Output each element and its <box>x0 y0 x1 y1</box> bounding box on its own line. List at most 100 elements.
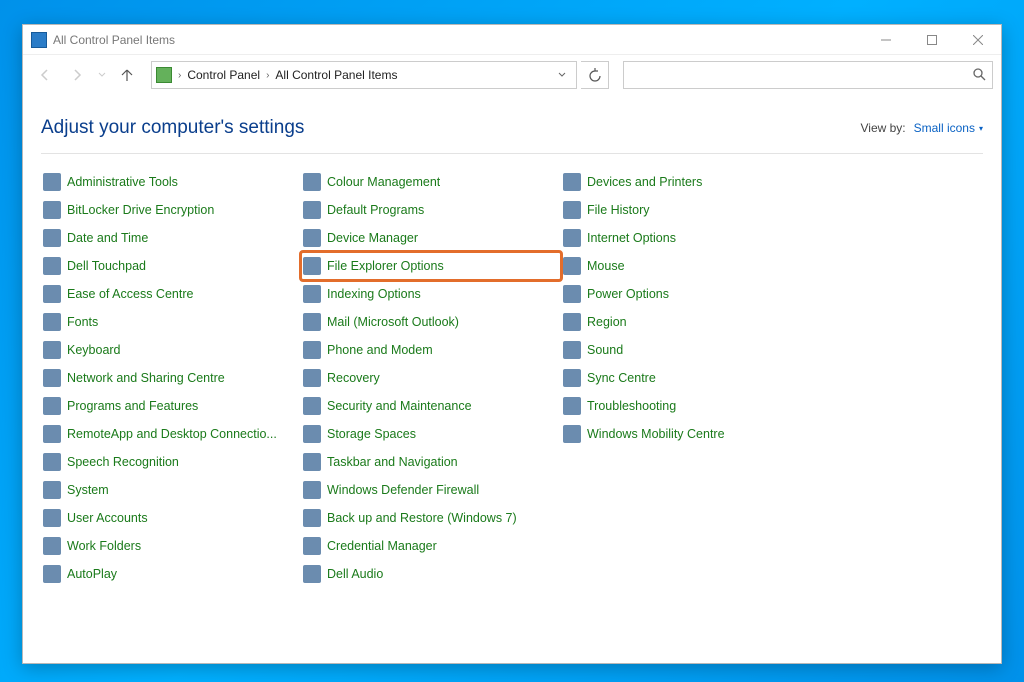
item-icon <box>303 229 321 247</box>
item-icon <box>303 425 321 443</box>
item-label: Recovery <box>327 371 380 385</box>
control-panel-item[interactable]: Security and Maintenance <box>301 392 561 420</box>
control-panel-item[interactable]: Ease of Access Centre <box>41 280 301 308</box>
control-panel-item[interactable]: Power Options <box>561 280 821 308</box>
item-label: Troubleshooting <box>587 399 676 413</box>
item-label: AutoPlay <box>67 567 117 581</box>
control-panel-item[interactable]: Date and Time <box>41 224 301 252</box>
item-icon <box>43 425 61 443</box>
breadcrumb-root[interactable]: Control Panel <box>183 62 264 88</box>
control-panel-item[interactable]: System <box>41 476 301 504</box>
search-box[interactable] <box>623 61 993 89</box>
viewby-dropdown[interactable]: Small icons ▾ <box>914 121 983 135</box>
control-panel-item[interactable]: File History <box>561 196 821 224</box>
item-label: Internet Options <box>587 231 676 245</box>
control-panel-item[interactable]: Credential Manager <box>301 532 561 560</box>
control-panel-item[interactable]: Mail (Microsoft Outlook) <box>301 308 561 336</box>
viewby-value: Small icons <box>914 121 975 135</box>
maximize-button[interactable] <box>909 25 955 55</box>
control-panel-item[interactable]: Sound <box>561 336 821 364</box>
item-label: Taskbar and Navigation <box>327 455 458 469</box>
item-label: File Explorer Options <box>327 259 444 273</box>
page-title: Adjust your computer's settings <box>41 117 304 139</box>
content-header: Adjust your computer's settings View by:… <box>41 113 983 154</box>
item-icon <box>303 313 321 331</box>
item-label: Speech Recognition <box>67 455 179 469</box>
control-panel-item[interactable]: Dell Touchpad <box>41 252 301 280</box>
control-panel-item[interactable]: Administrative Tools <box>41 168 301 196</box>
control-panel-item[interactable]: Sync Centre <box>561 364 821 392</box>
forward-button[interactable] <box>63 61 91 89</box>
item-icon <box>43 509 61 527</box>
item-label: Mail (Microsoft Outlook) <box>327 315 459 329</box>
control-panel-window: All Control Panel Items › Control Panel <box>22 24 1002 664</box>
up-button[interactable] <box>113 61 141 89</box>
control-panel-item[interactable]: Programs and Features <box>41 392 301 420</box>
item-icon <box>303 397 321 415</box>
item-icon <box>303 537 321 555</box>
control-panel-item[interactable]: Storage Spaces <box>301 420 561 448</box>
control-panel-item[interactable]: Internet Options <box>561 224 821 252</box>
back-button[interactable] <box>31 61 59 89</box>
viewby-label: View by: <box>860 121 905 135</box>
item-label: Date and Time <box>67 231 148 245</box>
control-panel-item[interactable]: Back up and Restore (Windows 7) <box>301 504 561 532</box>
address-dropdown[interactable] <box>552 62 572 88</box>
item-label: Fonts <box>67 315 98 329</box>
control-panel-item[interactable]: Network and Sharing Centre <box>41 364 301 392</box>
item-label: Work Folders <box>67 539 141 553</box>
item-label: Colour Management <box>327 175 440 189</box>
control-panel-item[interactable]: Region <box>561 308 821 336</box>
item-label: Region <box>587 315 627 329</box>
control-panel-item[interactable]: Troubleshooting <box>561 392 821 420</box>
control-panel-item[interactable]: Dell Audio <box>301 560 561 588</box>
control-panel-item[interactable]: Device Manager <box>301 224 561 252</box>
address-bar[interactable]: › Control Panel › All Control Panel Item… <box>151 61 577 89</box>
item-icon <box>563 285 581 303</box>
history-dropdown[interactable] <box>95 61 109 89</box>
item-icon <box>563 229 581 247</box>
control-panel-item[interactable]: Recovery <box>301 364 561 392</box>
item-icon <box>303 453 321 471</box>
item-label: Sync Centre <box>587 371 656 385</box>
item-icon <box>303 257 321 275</box>
item-label: File History <box>587 203 650 217</box>
item-icon <box>43 229 61 247</box>
breadcrumb-leaf[interactable]: All Control Panel Items <box>271 62 401 88</box>
control-panel-item[interactable]: Mouse <box>561 252 821 280</box>
chevron-right-icon: › <box>264 70 271 81</box>
item-label: Storage Spaces <box>327 427 416 441</box>
control-panel-item[interactable]: Keyboard <box>41 336 301 364</box>
item-label: Ease of Access Centre <box>67 287 193 301</box>
item-icon <box>303 509 321 527</box>
item-label: Dell Touchpad <box>67 259 146 273</box>
control-panel-item[interactable]: RemoteApp and Desktop Connectio... <box>41 420 301 448</box>
control-panel-item[interactable]: Windows Defender Firewall <box>301 476 561 504</box>
control-panel-item[interactable]: AutoPlay <box>41 560 301 588</box>
item-icon <box>303 481 321 499</box>
control-panel-item[interactable]: User Accounts <box>41 504 301 532</box>
control-panel-item[interactable]: Fonts <box>41 308 301 336</box>
control-panel-item[interactable]: Devices and Printers <box>561 168 821 196</box>
control-panel-item[interactable]: Taskbar and Navigation <box>301 448 561 476</box>
item-label: Dell Audio <box>327 567 383 581</box>
control-panel-item[interactable]: Speech Recognition <box>41 448 301 476</box>
close-button[interactable] <box>955 25 1001 55</box>
control-panel-item[interactable]: Indexing Options <box>301 280 561 308</box>
item-label: Back up and Restore (Windows 7) <box>327 511 517 525</box>
control-panel-item[interactable]: Colour Management <box>301 168 561 196</box>
item-icon <box>563 341 581 359</box>
item-label: Administrative Tools <box>67 175 178 189</box>
control-panel-item[interactable]: File Explorer Options <box>301 252 561 280</box>
item-label: Power Options <box>587 287 669 301</box>
control-panel-item[interactable]: BitLocker Drive Encryption <box>41 196 301 224</box>
item-icon <box>43 341 61 359</box>
control-panel-item[interactable]: Work Folders <box>41 532 301 560</box>
control-panel-item[interactable]: Windows Mobility Centre <box>561 420 821 448</box>
item-label: Keyboard <box>67 343 121 357</box>
item-label: Phone and Modem <box>327 343 433 357</box>
minimize-button[interactable] <box>863 25 909 55</box>
control-panel-item[interactable]: Phone and Modem <box>301 336 561 364</box>
control-panel-item[interactable]: Default Programs <box>301 196 561 224</box>
refresh-button[interactable] <box>581 61 609 89</box>
